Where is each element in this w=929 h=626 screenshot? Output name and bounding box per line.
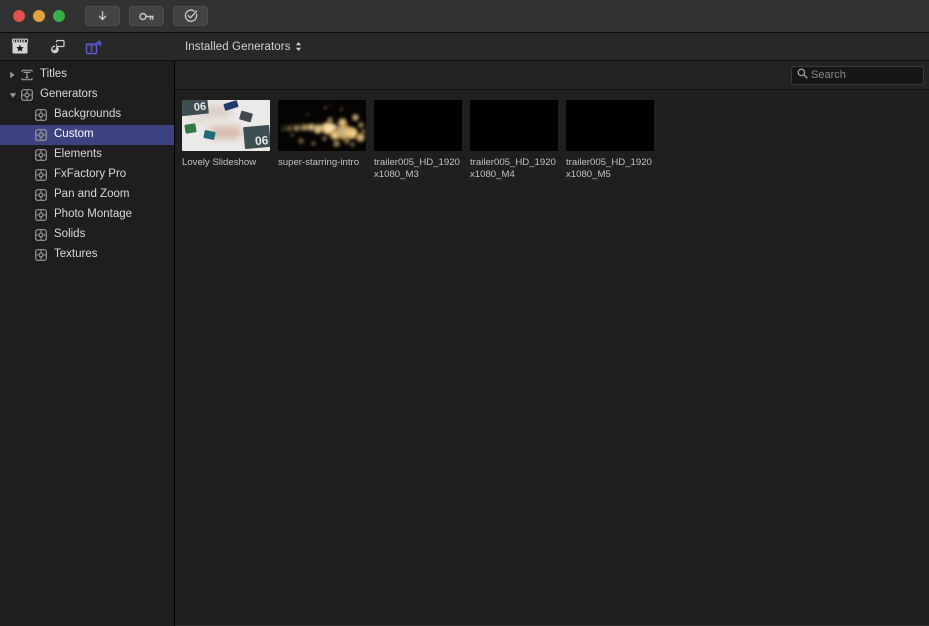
generator-thumbnail[interactable] (278, 100, 366, 151)
chevron-updown-icon (295, 41, 302, 52)
bokeh-light (322, 136, 327, 141)
generator-grid[interactable]: 06 06 Lovely Slideshow super-starring-intro… (175, 90, 929, 625)
sidebar-item-custom[interactable]: Custom (0, 125, 174, 145)
titlebar-toolbar (85, 6, 208, 26)
generator-label: super-starring-intro (278, 157, 360, 168)
svg-text:T: T (88, 44, 94, 54)
bokeh-light (352, 114, 359, 121)
generator-icon (33, 129, 49, 141)
generator-item[interactable]: 06 06 Lovely Slideshow (182, 100, 275, 180)
bokeh-light (298, 138, 304, 144)
sidebar-item-solids[interactable]: Solids (0, 225, 174, 245)
disclosure-collapsed-icon[interactable] (6, 71, 19, 79)
content-panel: Search 06 06 Lovely Slideshow super-starrin… (175, 61, 929, 626)
title-bar (0, 0, 929, 33)
check-updates-button[interactable] (173, 6, 208, 26)
search-strip: Search (175, 61, 929, 90)
key-icon (138, 11, 155, 22)
sidebar-item-label: Generators (40, 88, 98, 101)
generator-icon (33, 149, 49, 161)
thumb-photo-card (203, 129, 216, 141)
thumb-photo-card: 06 (243, 124, 270, 150)
sidebar-item-label: Photo Montage (54, 208, 133, 221)
generator-thumbnail[interactable] (470, 100, 558, 151)
sidebar-item-label: Pan and Zoom (54, 188, 130, 201)
sidebar-item-label: Titles (40, 68, 68, 81)
browser-tab-icons: T (0, 37, 176, 57)
bokeh-streak (278, 125, 338, 130)
browser-toolbar: T Installed Generators (0, 33, 929, 61)
download-arrow-icon (96, 10, 109, 23)
generator-thumbnail[interactable]: 06 06 (182, 100, 270, 151)
generator-icon (33, 209, 49, 221)
bokeh-light (358, 122, 364, 128)
thumb-photo-card (184, 123, 197, 134)
search-placeholder: Search (811, 69, 846, 81)
sidebar-item-elements[interactable]: Elements (0, 145, 174, 165)
sidebar-item-titles[interactable]: Titles (0, 65, 174, 85)
bokeh-light (336, 124, 352, 140)
close-button[interactable] (13, 10, 25, 22)
generator-icon (33, 229, 49, 241)
generator-icon (33, 249, 49, 261)
bokeh-light (333, 140, 340, 147)
generator-icon (33, 109, 49, 121)
generator-thumbnail[interactable] (566, 100, 654, 151)
generator-item[interactable]: trailer005_HD_1920x1080_M3 (374, 100, 467, 180)
generator-icon (33, 189, 49, 201)
category-sidebar[interactable]: Titles Generators Backgrounds Custom Ele… (0, 61, 175, 626)
music-photo-icon[interactable] (47, 37, 67, 57)
bokeh-light (361, 129, 366, 134)
generator-icon (19, 89, 35, 101)
generator-label: trailer005_HD_1920x1080_M4 (470, 157, 556, 180)
sidebar-item-label: Backgrounds (54, 108, 122, 121)
thumb-photo-card (238, 110, 254, 123)
bokeh-light (356, 133, 365, 142)
sidebar-item-textures[interactable]: Textures (0, 245, 174, 265)
sidebar-item-label: Textures (54, 248, 98, 261)
titles-generators-icon[interactable]: T (84, 37, 104, 57)
browser-body: Titles Generators Backgrounds Custom Ele… (0, 61, 929, 626)
sidebar-item-label: Custom (54, 128, 94, 141)
sidebar-item-label: FxFactory Pro (54, 168, 127, 181)
zoom-button[interactable] (53, 10, 65, 22)
app-window: T Installed Generators Titles Generators… (0, 0, 929, 626)
bokeh-light (350, 142, 355, 147)
generators-popup-button[interactable]: Installed Generators (176, 41, 302, 53)
generator-label: trailer005_HD_1920x1080_M5 (566, 157, 652, 180)
clapboard-star-icon[interactable] (10, 37, 30, 57)
generator-item[interactable]: super-starring-intro (278, 100, 371, 180)
license-key-button[interactable] (129, 6, 164, 26)
thumb-blur-blob (190, 114, 208, 123)
sidebar-item-pan-and-zoom[interactable]: Pan and Zoom (0, 185, 174, 205)
sidebar-item-generators[interactable]: Generators (0, 85, 174, 105)
generator-icon (33, 169, 49, 181)
generator-item[interactable]: trailer005_HD_1920x1080_M4 (470, 100, 563, 180)
sidebar-item-fxfactory-pro[interactable]: FxFactory Pro (0, 165, 174, 185)
bokeh-light (290, 133, 294, 137)
sidebar-item-backgrounds[interactable]: Backgrounds (0, 105, 174, 125)
generator-item[interactable]: trailer005_HD_1920x1080_M5 (566, 100, 659, 180)
search-field[interactable]: Search (791, 65, 924, 85)
bokeh-light (340, 108, 343, 111)
minimize-button[interactable] (33, 10, 45, 22)
bokeh-light (330, 105, 332, 107)
titles-icon (19, 69, 35, 81)
check-circle-icon (184, 9, 198, 23)
sidebar-item-label: Elements (54, 148, 102, 161)
bokeh-light (306, 113, 309, 116)
generator-thumbnail[interactable] (374, 100, 462, 151)
generator-label: Lovely Slideshow (182, 157, 257, 168)
sidebar-item-label: Solids (54, 228, 86, 241)
sidebar-item-photo-montage[interactable]: Photo Montage (0, 205, 174, 225)
disclosure-expanded-icon[interactable] (6, 92, 19, 99)
bokeh-light (327, 117, 333, 123)
bokeh-light (311, 141, 316, 146)
bokeh-light (324, 106, 327, 109)
window-controls (13, 10, 65, 22)
download-button[interactable] (85, 6, 120, 26)
search-icon (797, 66, 808, 84)
browser-title: Installed Generators (185, 40, 291, 53)
generator-label: trailer005_HD_1920x1080_M3 (374, 157, 460, 180)
